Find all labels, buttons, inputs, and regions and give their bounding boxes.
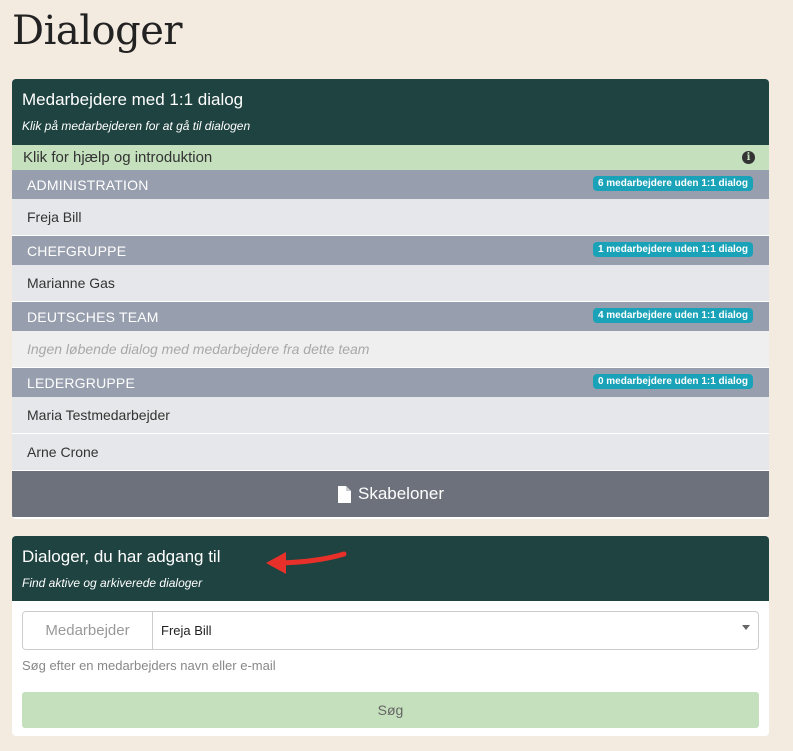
- templates-button-label: Skabeloner: [357, 484, 444, 503]
- chevron-down-icon: [742, 625, 750, 630]
- employees-card-header: Medarbejdere med 1:1 dialog Klik på meda…: [12, 79, 769, 145]
- employee-select[interactable]: Freja Bill: [153, 612, 758, 649]
- arrow-annotation-icon: [266, 551, 347, 574]
- list-item-employee[interactable]: Maria Testmedarbejder: [12, 397, 769, 434]
- help-intro-label: Klik for hjælp og introduktion: [23, 149, 213, 166]
- employees-dialog-card: Medarbejdere med 1:1 dialog Klik på meda…: [12, 79, 769, 519]
- status-badge: 1 medarbejdere uden 1:1 dialog: [592, 242, 753, 257]
- employee-label: Medarbejder: [23, 612, 153, 649]
- group-name: DEUTSCHES TEAM: [27, 308, 159, 325]
- access-card-title: Dialoger, du har adgang til: [22, 547, 221, 566]
- group-header-administration: ADMINISTRATION 6 medarbejdere uden 1:1 d…: [12, 170, 769, 199]
- status-badge: 4 medarbejdere uden 1:1 dialog: [592, 308, 753, 323]
- access-card-body: Medarbejder Freja Bill Søg efter en meda…: [12, 601, 769, 728]
- access-card-header: Dialoger, du har adgang til Find aktive …: [12, 536, 769, 601]
- group-header-chefgruppe: CHEFGRUPPE 1 medarbejdere uden 1:1 dialo…: [12, 236, 769, 265]
- group-name: ADMINISTRATION: [27, 176, 149, 193]
- search-button[interactable]: Søg: [22, 692, 759, 728]
- group-name: LEDERGRUPPE: [27, 374, 136, 391]
- file-icon: [337, 485, 351, 503]
- templates-button[interactable]: Skabeloner: [12, 471, 769, 517]
- employees-card-subtitle: Klik på medarbejderen for at gå til dial…: [22, 119, 251, 133]
- group-name: CHEFGRUPPE: [27, 242, 127, 259]
- empty-group-message: Ingen løbende dialog med medarbejdere fr…: [12, 331, 769, 368]
- accessible-dialogs-card: Dialoger, du har adgang til Find aktive …: [12, 536, 769, 736]
- group-header-ledergruppe: LEDERGRUPPE 0 medarbejdere uden 1:1 dial…: [12, 368, 769, 397]
- group-header-deutsches-team: DEUTSCHES TEAM 4 medarbejdere uden 1:1 d…: [12, 302, 769, 331]
- list-item-employee[interactable]: Freja Bill: [12, 199, 769, 236]
- list-item-employee[interactable]: Marianne Gas: [12, 265, 769, 302]
- employee-search-help: Søg efter en medarbejders navn eller e-m…: [22, 658, 276, 673]
- info-icon: i: [742, 151, 755, 164]
- employees-card-title: Medarbejdere med 1:1 dialog: [22, 90, 244, 109]
- employee-select-group: Medarbejder Freja Bill: [22, 611, 759, 650]
- status-badge: 0 medarbejdere uden 1:1 dialog: [592, 374, 753, 389]
- status-badge: 6 medarbejdere uden 1:1 dialog: [592, 176, 753, 191]
- help-intro-link[interactable]: Klik for hjælp og introduktion i: [12, 145, 769, 170]
- employee-select-value: Freja Bill: [161, 623, 212, 638]
- access-card-subtitle: Find aktive og arkiverede dialoger: [22, 576, 203, 590]
- list-item-employee[interactable]: Arne Crone: [12, 434, 769, 471]
- page-title: Dialoger: [12, 8, 182, 54]
